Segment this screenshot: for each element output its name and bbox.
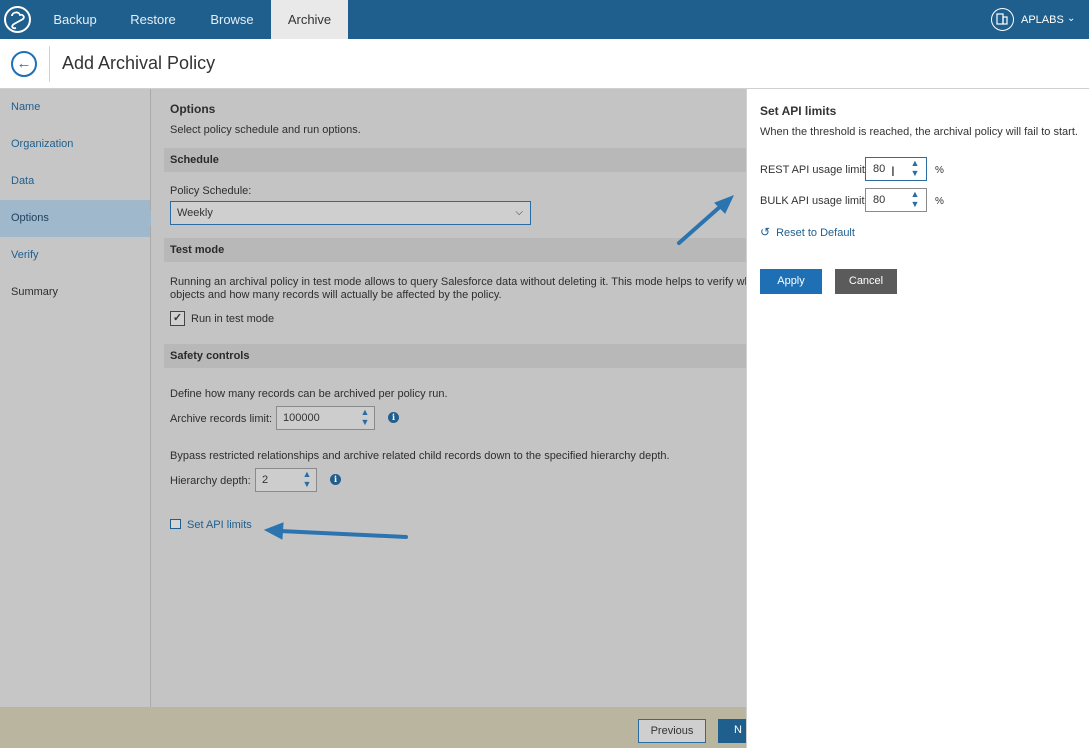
test-mode-header: Test mode (164, 238, 764, 262)
reset-label: Reset to Default (776, 227, 855, 239)
panel-description: When the threshold is reached, the archi… (760, 126, 1078, 138)
step-name[interactable]: Name (0, 89, 150, 126)
nav-tab-browse[interactable]: Browse (196, 0, 268, 39)
records-limit-label: Archive records limit: (170, 413, 273, 425)
info-icon[interactable]: i (388, 412, 399, 423)
chevron-down-icon: ⌵ (515, 207, 523, 218)
set-api-limits-label: Set API limits (187, 519, 252, 531)
info-icon[interactable]: i (330, 474, 341, 485)
wizard-steps-sidebar: Name Organization Data Options Verify Su… (0, 89, 158, 707)
section-subtitle: Select policy schedule and run options. (170, 124, 361, 136)
hierarchy-depth-value: 2 (262, 474, 269, 486)
stepper-arrows-icon[interactable]: ▲ ▼ (909, 158, 921, 180)
stepper-arrows-icon[interactable]: ▲ ▼ (359, 407, 371, 429)
stepper-arrows-icon[interactable]: ▲ ▼ (301, 469, 313, 491)
rest-limit-input[interactable]: 80 I ▲ ▼ (865, 157, 927, 181)
previous-button[interactable]: Previous (638, 719, 706, 743)
panel-title: Set API limits (760, 104, 837, 118)
bulk-limit-value: 80 (873, 194, 886, 206)
title-bar: ← Add Archival Policy (0, 39, 1089, 89)
app-logo-icon[interactable] (4, 6, 31, 33)
step-organization[interactable]: Organization (0, 126, 150, 163)
stepper-arrows-icon[interactable]: ▲ ▼ (909, 189, 921, 211)
back-arrow-icon[interactable]: ← (11, 51, 37, 77)
text-cursor-icon: I (891, 163, 895, 179)
records-description: Define how many records can be archived … (170, 388, 448, 400)
bulk-limit-label: BULK API usage limit: (760, 195, 868, 207)
safety-controls-header: Safety controls (164, 344, 764, 368)
bulk-unit: % (935, 196, 944, 207)
apply-button[interactable]: Apply (760, 269, 822, 294)
nav-tab-backup[interactable]: Backup (40, 0, 110, 39)
rest-limit-label: REST API usage limit: (760, 164, 869, 176)
policy-schedule-value: Weekly (177, 207, 213, 219)
test-mode-checkbox[interactable]: ✓ (170, 311, 185, 326)
section-title: Options (170, 102, 216, 116)
chevron-down-icon: ⌄ (1067, 13, 1076, 24)
step-options-label: Options (11, 212, 49, 224)
set-api-limits-panel: Set API limits When the threshold is rea… (746, 89, 1089, 748)
test-mode-description: Running an archival policy in test mode … (170, 276, 765, 288)
step-data[interactable]: Data (0, 163, 150, 200)
test-mode-description-2: objects and how many records will actual… (170, 289, 502, 301)
records-limit-stepper[interactable]: 100000 ▲ ▼ (276, 406, 375, 430)
policy-schedule-select[interactable]: Weekly ⌵ (170, 201, 531, 225)
top-nav-bar: Backup Restore Browse Archive APLABS ⌄ (0, 0, 1089, 39)
rest-limit-value: 80 (873, 163, 886, 175)
page-title: Add Archival Policy (62, 53, 216, 73)
step-summary[interactable]: Summary (0, 274, 150, 311)
hierarchy-depth-label: Hierarchy depth: (170, 475, 251, 487)
org-label: APLABS (1021, 14, 1064, 26)
hierarchy-depth-stepper[interactable]: 2 ▲ ▼ (255, 468, 317, 492)
hierarchy-description: Bypass restricted relationships and arch… (170, 450, 670, 462)
nav-tab-archive[interactable]: Archive (271, 0, 348, 39)
reset-to-default-link[interactable]: ↺ Reset to Default (760, 225, 855, 239)
step-verify[interactable]: Verify (0, 237, 150, 274)
schedule-header: Schedule (164, 148, 764, 172)
undo-icon: ↺ (760, 225, 771, 239)
divider (49, 46, 50, 82)
cancel-button[interactable]: Cancel (835, 269, 897, 294)
building-icon (991, 8, 1014, 31)
rest-unit: % (935, 165, 944, 176)
records-limit-value: 100000 (283, 412, 320, 424)
nav-tab-restore[interactable]: Restore (120, 0, 186, 39)
policy-schedule-label: Policy Schedule: (170, 185, 252, 197)
bulk-limit-input[interactable]: 80 ▲ ▼ (865, 188, 927, 212)
step-options[interactable]: Options (0, 200, 158, 237)
org-menu-button[interactable]: APLABS ⌄ (989, 0, 1089, 39)
test-mode-checkbox-label: Run in test mode (191, 313, 275, 325)
set-api-limits-link[interactable]: Set API limits (170, 519, 252, 531)
window-icon (170, 519, 181, 529)
